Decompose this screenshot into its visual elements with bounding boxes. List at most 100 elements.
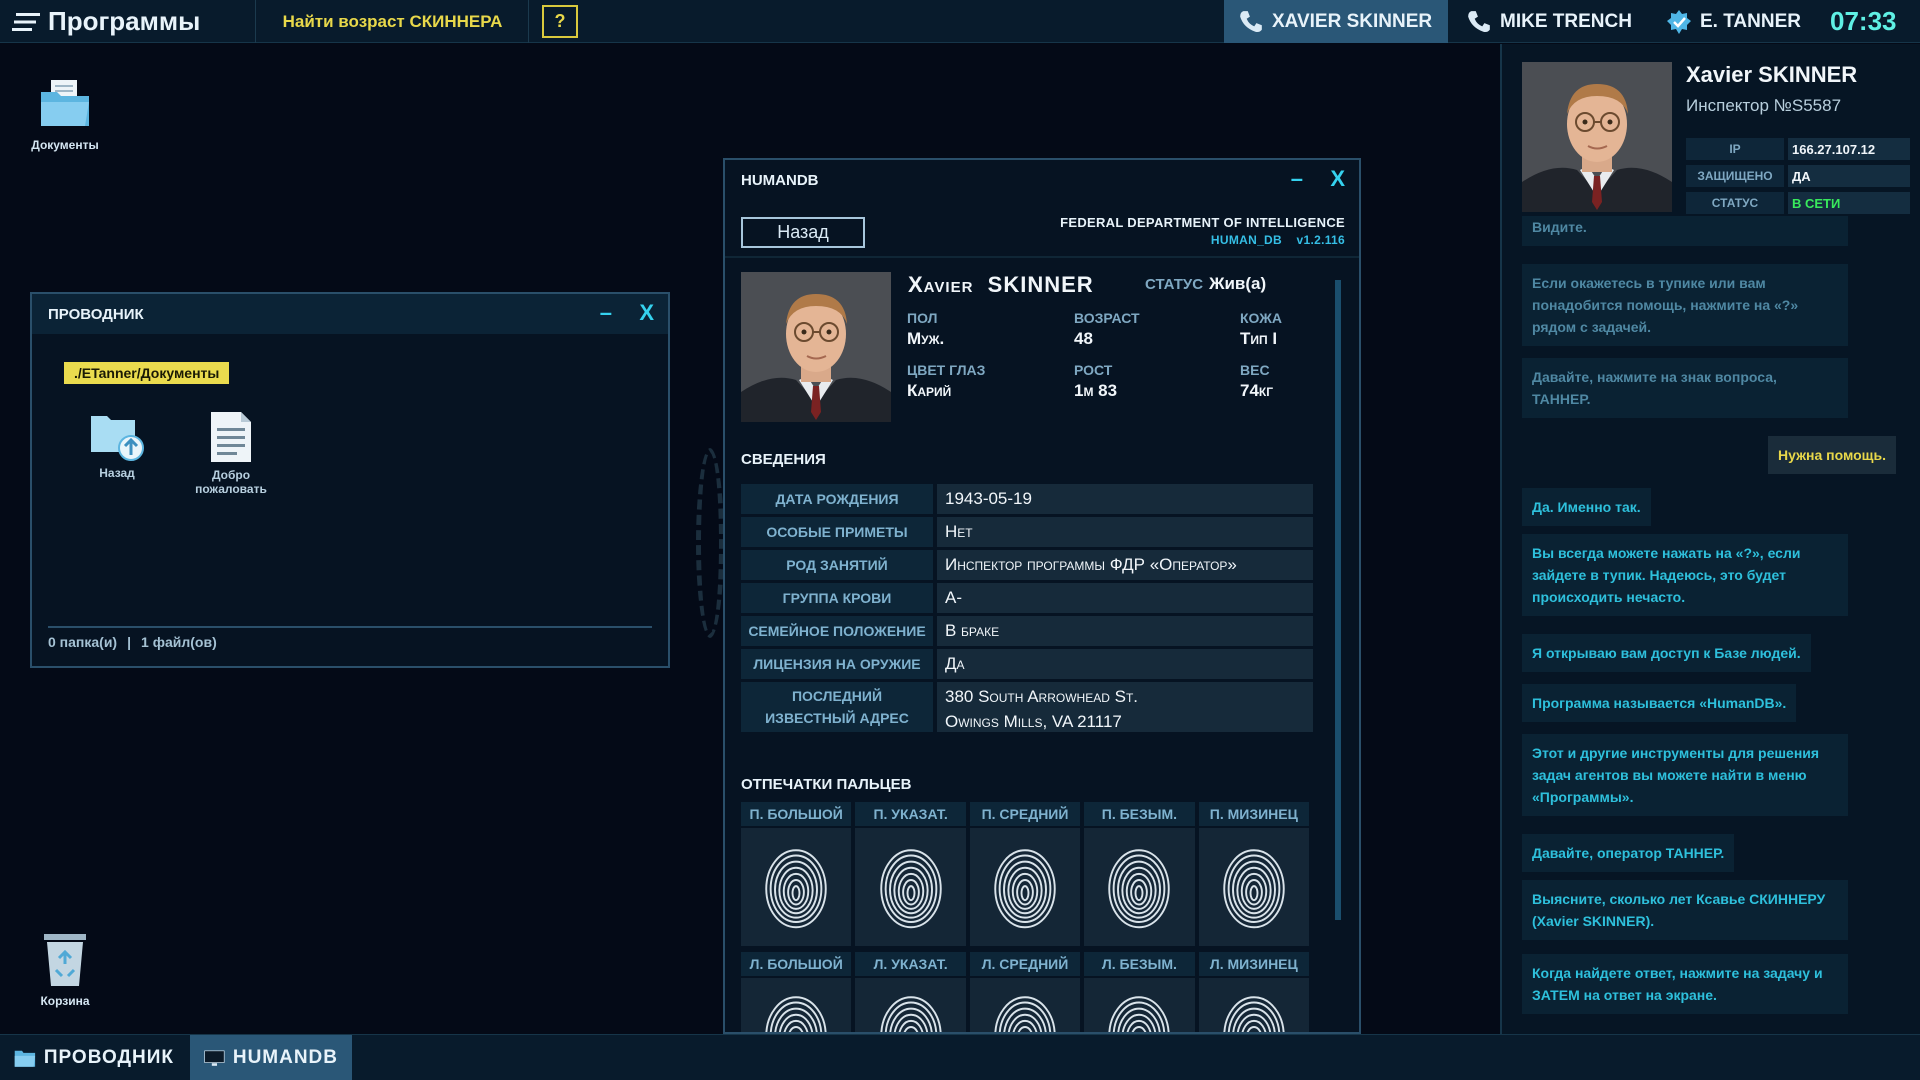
field-age: ВОЗРАСТ 48 bbox=[1074, 310, 1140, 348]
status-label: СТАТУС bbox=[1145, 276, 1204, 293]
person-name: Xavier SKINNER bbox=[908, 272, 1094, 298]
close-button[interactable]: X bbox=[639, 300, 654, 326]
programs-menu-button[interactable]: Программы bbox=[0, 0, 256, 43]
current-task-button[interactable]: Найти возраст СКИННЕРА bbox=[257, 0, 529, 43]
chat-message: Вы всегда можете нажать на «?», если зай… bbox=[1522, 534, 1848, 616]
explorer-divider bbox=[48, 626, 652, 628]
desktop-trash-icon[interactable]: Корзина bbox=[20, 930, 110, 1008]
fingerprint-cell[interactable] bbox=[741, 828, 852, 946]
close-button[interactable]: X bbox=[1330, 166, 1345, 192]
field-weight: ВЕС 74кг bbox=[1240, 362, 1274, 400]
humandb-title-bar[interactable]: HUMANDB – X bbox=[725, 160, 1359, 200]
table-row-address: ПОСЛЕДНИЙ ИЗВЕСТНЫЙ АДРЕС 380 South Arrow… bbox=[741, 682, 1313, 732]
fingerprint-icon bbox=[990, 839, 1060, 935]
clock: 07:33 bbox=[1830, 6, 1897, 36]
chat-message-user: Нужна помощь. bbox=[1768, 436, 1896, 474]
document-icon bbox=[211, 412, 251, 462]
table-row: РОД ЗАНЯТИЙ Инспектор программы ФДР «Опер… bbox=[741, 550, 1313, 580]
folder-count: 0 папка(и) bbox=[48, 634, 118, 650]
decorative-gear bbox=[696, 448, 724, 638]
record-content[interactable]: Xavier SKINNER СТАТУС Жив(а) ПОЛ Муж. ВОЗР… bbox=[725, 258, 1359, 1032]
fingerprint-cell[interactable] bbox=[855, 828, 966, 946]
phone-icon bbox=[1238, 9, 1264, 35]
humandb-window: HUMANDB – X Назад FEDERAL DEPARTMENT OF … bbox=[723, 158, 1361, 1034]
fingerprint-icon bbox=[990, 986, 1060, 1032]
explorer-item-label: Назад bbox=[99, 466, 135, 480]
contact-photo bbox=[1522, 62, 1672, 212]
recycle-bin-icon bbox=[44, 934, 86, 986]
phone-icon bbox=[1466, 9, 1492, 35]
fingerprints-right-header: П. БОЛЬШОЙ П. УКАЗАТ. П. СРЕДНИЙ П. БЕЗЫМ. П… bbox=[741, 802, 1313, 826]
contact-tab-mike-trench[interactable]: MIKE TRENCH bbox=[1452, 0, 1648, 43]
explorer-item-welcome-file[interactable]: Добро пожаловать bbox=[186, 410, 276, 496]
contact-tab-e-tanner[interactable]: E. TANNER bbox=[1652, 0, 1820, 43]
field-height: РОСТ 1м 83 bbox=[1074, 362, 1118, 400]
fingerprint-cell[interactable] bbox=[1198, 978, 1310, 1032]
window-title: HUMANDB bbox=[741, 171, 819, 189]
table-row: СЕМЕЙНОЕ ПОЛОЖЕНИЕ В браке bbox=[741, 616, 1313, 646]
minimize-button[interactable]: – bbox=[1291, 166, 1303, 192]
chat-message: Давайте, оператор ТАННЕР. bbox=[1522, 834, 1735, 872]
person-status: СТАТУС Жив(а) bbox=[1145, 274, 1266, 294]
back-button[interactable]: Назад bbox=[741, 217, 865, 248]
programs-label: Программы bbox=[48, 6, 201, 36]
chat-message: Когда найдете ответ, нажмите на задачу и… bbox=[1522, 954, 1848, 1014]
top-bar: Программы Найти возраст СКИННЕРА ? XAVIE… bbox=[0, 0, 1920, 43]
fingerprint-icon bbox=[761, 986, 831, 1032]
task-help-button[interactable]: ? bbox=[542, 5, 578, 38]
folder-up-icon bbox=[91, 416, 144, 461]
status-value: Жив(а) bbox=[1209, 274, 1267, 293]
fingerprints-section-title: ОТПЕЧАТКИ ПАЛЬЦЕВ bbox=[741, 776, 912, 793]
fingerprint-cell[interactable] bbox=[855, 978, 966, 1032]
info-section-title: СВЕДЕНИЯ bbox=[741, 451, 826, 468]
first-name: Xavier bbox=[908, 272, 974, 297]
folder-icon bbox=[14, 1050, 36, 1067]
table-row: ЛИЦЕНЗИЯ НА ОРУЖИЕ Да bbox=[741, 649, 1313, 679]
explorer-item-label: Добро пожаловать bbox=[195, 468, 267, 496]
fingerprint-icon bbox=[1104, 986, 1174, 1032]
scrollbar[interactable] bbox=[1335, 280, 1341, 920]
fingerprint-icon bbox=[876, 839, 946, 935]
hamburger-menu-icon bbox=[12, 12, 40, 31]
person-photo bbox=[741, 272, 891, 422]
fingerprint-cell[interactable] bbox=[741, 978, 852, 1032]
minimize-button[interactable]: – bbox=[600, 300, 612, 326]
fingerprint-cell[interactable] bbox=[1198, 828, 1310, 946]
chat-message: Выясните, сколько лет Ксавье СКИННЕРУ (X… bbox=[1522, 880, 1848, 940]
fingerprint-cell[interactable] bbox=[1084, 978, 1195, 1032]
field-sex: ПОЛ Муж. bbox=[907, 310, 945, 348]
status-separator: | bbox=[127, 634, 132, 650]
fingerprint-cell[interactable] bbox=[969, 828, 1081, 946]
desktop-icon-label: Корзина bbox=[40, 994, 90, 1008]
fingerprint-cell[interactable] bbox=[1084, 828, 1195, 946]
monitor-icon bbox=[204, 1050, 225, 1066]
field-eye-color: ЦВЕТ ГЛАЗ Карий bbox=[907, 362, 986, 400]
fingerprints-left bbox=[741, 978, 1313, 1032]
contact-tab-xavier-skinner[interactable]: XAVIER SKINNER bbox=[1224, 0, 1448, 43]
table-row: ГРУППА КРОВИ A- bbox=[741, 583, 1313, 613]
chat-message: Да. Именно так. bbox=[1522, 488, 1651, 526]
taskbar-label: HUMANDB bbox=[232, 1047, 338, 1068]
table-row: ОСОБЫЕ ПРИМЕТЫ Нет bbox=[741, 517, 1313, 547]
taskbar: ПРОВОДНИК HUMANDB bbox=[0, 1034, 1920, 1080]
table-row: ДАТА РОЖДЕНИЯ 1943-05-19 bbox=[741, 484, 1313, 514]
taskbar-humandb-button[interactable]: HUMANDB bbox=[190, 1035, 352, 1080]
department-name: FEDERAL DEPARTMENT OF INTELLIGENCE bbox=[1060, 215, 1345, 230]
contact-secure: ЗАЩИЩЕНО ДА bbox=[1686, 165, 1910, 187]
chat-message: Программа называется «HumanDB». bbox=[1522, 684, 1797, 722]
badge-icon bbox=[1667, 9, 1691, 34]
fingerprint-cell[interactable] bbox=[969, 978, 1081, 1032]
chat-message: Я открываю вам доступ к Базе людей. bbox=[1522, 634, 1811, 672]
explorer-window: ПРОВОДНИК – X ./ETanner/Документы Назад … bbox=[30, 292, 670, 668]
explorer-item-back[interactable]: Назад bbox=[72, 410, 162, 480]
fingerprint-icon bbox=[876, 986, 946, 1032]
taskbar-explorer-button[interactable]: ПРОВОДНИК bbox=[0, 1035, 188, 1080]
fingerprint-icon bbox=[761, 839, 831, 935]
contact-name: E. TANNER bbox=[1700, 10, 1801, 32]
taskbar-label: ПРОВОДНИК bbox=[43, 1047, 174, 1068]
chat-message: Если окажетесь в тупике или вам понадоби… bbox=[1522, 264, 1848, 346]
fingerprints-left-header: Л. БОЛЬШОЙ Л. УКАЗАТ. Л. СРЕДНИЙ Л. БЕЗЫМ. Л… bbox=[741, 952, 1313, 976]
fingerprints-right bbox=[741, 828, 1313, 946]
explorer-title-bar[interactable]: ПРОВОДНИК – X bbox=[32, 294, 668, 334]
desktop-documents-icon[interactable]: Документы bbox=[20, 76, 110, 152]
